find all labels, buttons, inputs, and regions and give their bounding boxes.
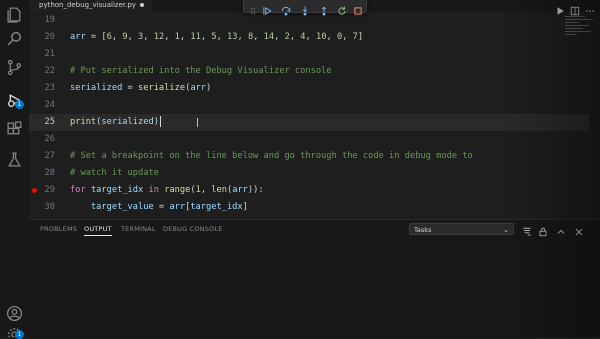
line-number: 28	[44, 168, 55, 178]
explorer-icon[interactable]	[6, 6, 23, 23]
mouse-ibeam-icon	[197, 118, 203, 127]
text-cursor	[159, 116, 161, 127]
activity-bar: 1 1	[0, 0, 29, 339]
code-text: # Set a breakpoint on the line below and…	[70, 151, 473, 161]
source-control-icon[interactable]	[6, 59, 23, 76]
search-icon[interactable]	[6, 30, 23, 47]
minimap[interactable]	[565, 14, 597, 46]
code-line[interactable]: 27 # Set a breakpoint on the line below a…	[29, 148, 589, 165]
code-editor[interactable]: 19 20 arr = [6, 9, 3, 12, 1, 11, 5, 13, 8,…	[29, 12, 600, 297]
line-number: 26	[44, 134, 55, 144]
line-number: 19	[44, 15, 55, 25]
code-line[interactable]: 30 target_value = arr[target_idx]	[29, 199, 589, 216]
code-line[interactable]: 26	[29, 131, 589, 148]
step-out-icon[interactable]	[319, 1, 329, 16]
line-number: 21	[44, 49, 55, 59]
extensions-icon[interactable]	[6, 121, 23, 138]
code-line[interactable]: 21	[29, 46, 589, 63]
testing-icon[interactable]	[6, 151, 23, 168]
output-channel-value: Tasks	[414, 226, 432, 234]
code-text: target_value = arr[target_idx]	[90, 202, 248, 212]
code-line[interactable]: 22 # Put serialized into the Debug Visual…	[29, 63, 589, 80]
close-panel-icon[interactable]	[573, 223, 585, 236]
code-text: # watch it update	[70, 168, 159, 178]
code-line[interactable]: 23 serialized = serialize(arr)	[29, 80, 589, 97]
code-text: for target_idx in range(1, len(arr)):	[70, 185, 264, 195]
code-text: arr = [6, 9, 3, 12, 1, 11, 5, 13, 8, 14,…	[70, 32, 364, 42]
stop-icon[interactable]	[353, 1, 363, 15]
line-number: 30	[44, 202, 55, 212]
manage-badge: 1	[15, 330, 24, 339]
line-number: 25	[44, 117, 55, 127]
bottom-panel: PROBLEMS OUTPUT TERMINAL DEBUG CONSOLE T…	[29, 219, 600, 338]
tab-filename: python_debug_visualizer.py	[39, 1, 136, 9]
line-number: 20	[44, 32, 55, 42]
code-line[interactable]: 28 # watch it update	[29, 165, 589, 182]
run-python-file-icon[interactable]	[555, 1, 565, 15]
maximize-panel-icon[interactable]	[555, 223, 567, 235]
accounts-icon[interactable]	[6, 305, 23, 322]
drag-handle-icon[interactable]	[248, 1, 258, 15]
code-text: print(serialized)	[70, 116, 161, 127]
more-actions-icon[interactable]	[585, 1, 595, 12]
line-number: 22	[44, 66, 55, 76]
tab-output[interactable]: OUTPUT	[84, 225, 112, 236]
chevron-down-icon: ⌄	[503, 226, 509, 234]
lock-scroll-icon[interactable]	[537, 223, 549, 237]
code-text: serialized = serialize(arr)	[70, 83, 212, 93]
tab-debug-console[interactable]: DEBUG CONSOLE	[163, 225, 223, 233]
line-number: 29	[44, 185, 55, 195]
code-line[interactable]: 19	[29, 12, 589, 29]
editor-tab[interactable]: python_debug_visualizer.py	[29, 0, 152, 12]
tab-terminal[interactable]: TERMINAL	[121, 225, 156, 233]
step-over-icon[interactable]	[281, 1, 291, 16]
code-line[interactable]: 25 print(serialized)	[29, 114, 589, 131]
code-line[interactable]: 24	[29, 97, 589, 114]
line-number: 27	[44, 151, 55, 161]
line-number: 23	[44, 83, 55, 93]
unsaved-dot-icon[interactable]	[139, 3, 144, 7]
run-debug-badge: 1	[15, 100, 24, 109]
step-into-icon[interactable]	[300, 1, 310, 16]
split-editor-icon[interactable]	[570, 1, 580, 16]
tab-problems[interactable]: PROBLEMS	[40, 225, 77, 233]
output-channel-select[interactable]: Tasks ⌄	[409, 223, 514, 235]
code-line[interactable]: 20 arr = [6, 9, 3, 12, 1, 11, 5, 13, 8, 1…	[29, 29, 589, 46]
continue-icon[interactable]	[262, 1, 272, 15]
line-number: 24	[44, 100, 55, 110]
code-line[interactable]: 29 for target_idx in range(1, len(arr)):	[29, 182, 589, 199]
restart-icon[interactable]	[337, 1, 347, 15]
code-text: # Put serialized into the Debug Visualiz…	[70, 66, 332, 76]
clear-output-icon[interactable]	[521, 223, 533, 236]
